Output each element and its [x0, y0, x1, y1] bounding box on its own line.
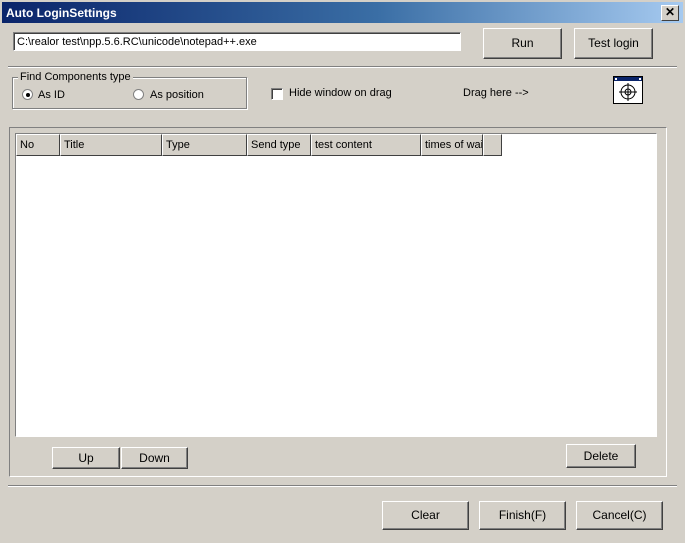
down-button[interactable]: Down [121, 447, 188, 469]
radio-as-id[interactable] [22, 89, 33, 100]
cancel-button[interactable]: Cancel(C) [576, 501, 663, 530]
executable-path-input[interactable]: C:\realor test\npp.5.6.RC\unicode\notepa… [13, 32, 461, 51]
title-bar[interactable]: Auto LoginSettings ✕ [2, 2, 683, 23]
bottom-separator [8, 485, 677, 487]
drag-here-label: Drag here --> [463, 87, 529, 99]
components-list[interactable]: No Title Type Send type test content tim… [15, 133, 657, 437]
column-header-filler [483, 134, 502, 156]
column-header-test-content[interactable]: test content [311, 134, 421, 156]
radio-as-position-label[interactable]: As position [150, 89, 204, 101]
find-components-label: Find Components type [18, 71, 133, 83]
close-button[interactable]: ✕ [661, 5, 679, 21]
radio-as-id-label[interactable]: As ID [38, 89, 65, 101]
top-separator [8, 66, 677, 68]
test-login-button[interactable]: Test login [574, 28, 653, 59]
close-icon: ✕ [664, 5, 676, 19]
auto-login-settings-window: Auto LoginSettings ✕ C:\realor test\npp.… [0, 0, 685, 543]
up-button[interactable]: Up [52, 447, 120, 469]
window-title: Auto LoginSettings [6, 6, 117, 20]
clear-button[interactable]: Clear [382, 501, 469, 530]
column-header-type[interactable]: Type [162, 134, 247, 156]
crosshair-target-icon[interactable] [613, 76, 643, 104]
hide-window-checkbox[interactable] [271, 88, 283, 100]
finish-button[interactable]: Finish(F) [479, 501, 566, 530]
column-header-send-type[interactable]: Send type [247, 134, 311, 156]
column-header-no[interactable]: No [16, 134, 60, 156]
column-header-times-of-wait[interactable]: times of wait [421, 134, 483, 156]
delete-button[interactable]: Delete [566, 444, 636, 468]
run-button[interactable]: Run [483, 28, 562, 59]
radio-as-position[interactable] [133, 89, 144, 100]
column-header-title[interactable]: Title [60, 134, 162, 156]
hide-window-label[interactable]: Hide window on drag [289, 87, 392, 99]
